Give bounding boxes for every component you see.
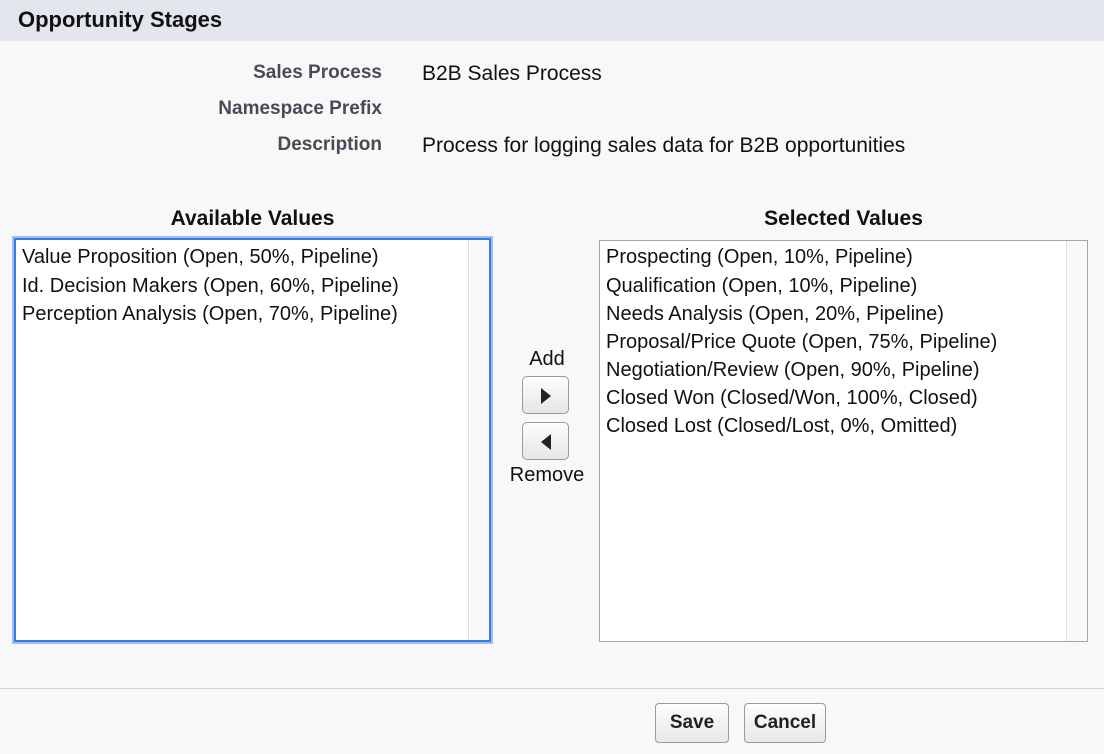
namespace-prefix-label: Namespace Prefix (218, 98, 382, 119)
selected-values-listbox[interactable]: Prospecting (Open, 10%, Pipeline) Qualif… (599, 240, 1088, 642)
available-values-title: Available Values (170, 207, 335, 230)
available-option[interactable]: Value Proposition (Open, 50%, Pipeline) (22, 243, 379, 271)
add-button[interactable] (522, 376, 569, 414)
cancel-button[interactable]: Cancel (744, 703, 826, 743)
arrow-left-icon (541, 434, 551, 450)
remove-button[interactable] (522, 422, 569, 460)
description-value: Process for logging sales data for B2B o… (422, 134, 906, 157)
save-button[interactable]: Save (655, 703, 729, 743)
page-header: Opportunity Stages (0, 0, 1104, 41)
add-label: Add (529, 348, 565, 370)
selected-option[interactable]: Closed Won (Closed/Won, 100%, Closed) (606, 384, 978, 412)
sales-process-value: B2B Sales Process (422, 62, 602, 85)
selected-option[interactable]: Negotiation/Review (Open, 90%, Pipeline) (606, 356, 980, 384)
available-option[interactable]: Id. Decision Makers (Open, 60%, Pipeline… (22, 272, 399, 300)
footer-divider (0, 688, 1104, 689)
available-values-listbox[interactable]: Value Proposition (Open, 50%, Pipeline) … (14, 238, 491, 642)
available-option[interactable]: Perception Analysis (Open, 70%, Pipeline… (22, 300, 398, 328)
sales-process-label: Sales Process (253, 62, 382, 83)
selected-option[interactable]: Prospecting (Open, 10%, Pipeline) (606, 243, 913, 271)
selected-values-title: Selected Values (764, 207, 923, 230)
selected-option[interactable]: Needs Analysis (Open, 20%, Pipeline) (606, 300, 944, 328)
remove-label: Remove (509, 464, 585, 486)
available-scrollbar[interactable] (468, 240, 489, 640)
selected-scrollbar[interactable] (1066, 241, 1087, 641)
description-label: Description (277, 134, 382, 155)
arrow-right-icon (541, 388, 551, 404)
selected-option[interactable]: Proposal/Price Quote (Open, 75%, Pipelin… (606, 328, 997, 356)
selected-option[interactable]: Closed Lost (Closed/Lost, 0%, Omitted) (606, 412, 957, 440)
page-title: Opportunity Stages (18, 7, 223, 32)
selected-option[interactable]: Qualification (Open, 10%, Pipeline) (606, 272, 917, 300)
